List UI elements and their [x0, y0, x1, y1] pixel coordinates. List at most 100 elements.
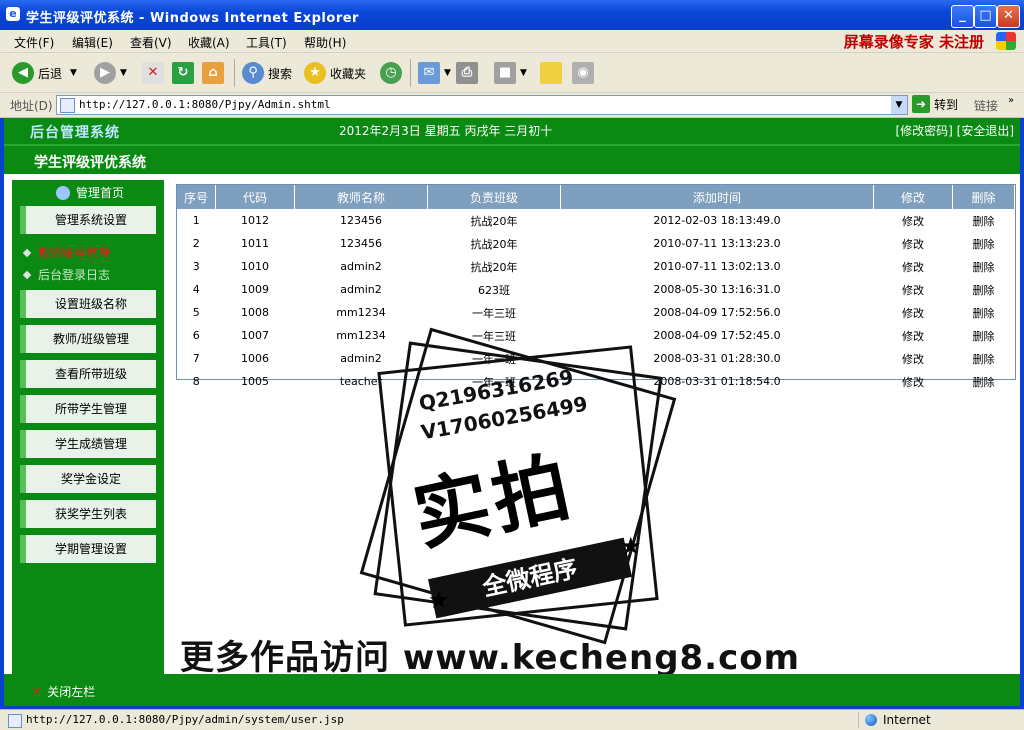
nav-grades[interactable]: 学生成绩管理	[20, 430, 156, 458]
note-icon	[540, 62, 562, 84]
minimize-button[interactable]: _	[951, 5, 974, 28]
menu-help[interactable]: 帮助(H)	[304, 34, 346, 51]
stop-button[interactable]: ✕	[142, 60, 168, 86]
status-bar: http://127.0.0.1:8080/Pjpy/admin/system/…	[0, 709, 1024, 730]
cell-added-time: 2010-07-11 13:02:13.0	[653, 260, 781, 273]
chevron-down-icon[interactable]: ▼	[444, 68, 451, 78]
cell-added-time: 2008-04-09 17:52:45.0	[653, 329, 781, 342]
menu-file[interactable]: 文件(F)	[14, 34, 54, 51]
edit-link[interactable]: 修改	[874, 301, 953, 324]
go-button[interactable]: ➜ 转到	[912, 95, 958, 113]
chevron-down-icon[interactable]: ▼	[120, 68, 127, 78]
cell-code: 1008	[241, 306, 269, 319]
cell-teacher-name: teacher	[339, 375, 383, 388]
search-button[interactable]: ⚲ 搜索	[242, 60, 292, 86]
table-row: 1 1012 123456 抗战20年 2012-02-03 18:13:49.0 修改删…	[177, 209, 1015, 232]
menu-favorites[interactable]: 收藏(A)	[188, 34, 230, 51]
cell-teacher-name: 123456	[340, 237, 382, 250]
refresh-button[interactable]: ↻	[172, 60, 198, 86]
favorites-label: 收藏夹	[330, 66, 367, 81]
print-button[interactable]: ⎙	[456, 60, 482, 86]
chevron-down-icon[interactable]: ▼	[520, 68, 527, 78]
mail-button[interactable]: ✉ ▼	[418, 60, 451, 86]
edit-button[interactable]: ■ ▼	[494, 60, 527, 86]
messenger-button[interactable]: ◉	[572, 60, 598, 86]
back-label: 后退	[38, 66, 63, 81]
forward-arrow-icon: ▶	[94, 62, 116, 84]
go-arrow-icon: ➜	[912, 95, 930, 113]
menu-tools[interactable]: 工具(T)	[246, 34, 287, 51]
nav-view-classes[interactable]: 查看所带班级	[20, 360, 156, 388]
table-row: 6 1007 mm1234 一年三班 2008-04-09 17:52:45.0 修改 删除	[177, 324, 1015, 347]
cell-added-time: 2008-04-09 17:52:56.0	[653, 306, 781, 319]
cell-index: 8	[192, 375, 200, 388]
edit-link[interactable]: 修改	[874, 347, 953, 370]
sidebar-home[interactable]: 管理首页	[56, 184, 124, 201]
edit-link[interactable]: 修改	[874, 324, 953, 347]
maximize-button[interactable]: □	[974, 5, 997, 28]
nav-students[interactable]: 所带学生管理	[20, 395, 156, 423]
edit-link[interactable]: 修改	[874, 278, 953, 301]
chevron-down-icon[interactable]: ▼	[70, 68, 77, 78]
delete-link[interactable]: 删除	[953, 232, 1015, 255]
cell-class: 一年三班	[472, 306, 516, 320]
cell-teacher-name: admin2	[340, 260, 382, 273]
delete-link[interactable]: 删除	[953, 209, 1015, 232]
cell-code: 1010	[241, 260, 269, 273]
nav-system-settings[interactable]: 管理系统设置	[20, 206, 156, 234]
back-button[interactable]: ◀ 后退 ▼	[12, 60, 77, 86]
address-dropdown-icon[interactable]: ▼	[891, 96, 907, 114]
table-row: 4 1009 admin2 623班 2008-05-30 13:16:31.0 修改 删除	[177, 278, 1015, 301]
messenger-icon: ◉	[572, 62, 594, 84]
star-icon: ★	[620, 532, 642, 560]
delete-link[interactable]: 删除	[953, 255, 1015, 278]
home-button[interactable]: ⌂	[202, 60, 228, 86]
printer-icon: ⎙	[456, 62, 478, 84]
cell-class: 623班	[478, 283, 510, 297]
admin-logo: 后台管理系统	[4, 118, 164, 144]
table-row: 2 1011 123456 抗战20年 2010-07-11 13:13:23.0 修改删…	[177, 232, 1015, 255]
search-label: 搜索	[268, 66, 293, 81]
nav-award-list[interactable]: 获奖学生列表	[20, 500, 156, 528]
nav-class-names[interactable]: 设置班级名称	[20, 290, 156, 318]
delete-link[interactable]: 删除	[953, 370, 1015, 393]
delete-link[interactable]: 删除	[953, 278, 1015, 301]
favorites-button[interactable]: ★ 收藏夹	[304, 60, 366, 86]
edit-link[interactable]: 修改	[874, 370, 953, 393]
nav-scholarship[interactable]: 奖学金设定	[20, 465, 156, 493]
nav-teacher-class[interactable]: 教师/班级管理	[20, 325, 156, 353]
sidebar-item-login-log[interactable]: 后台登录日志	[22, 266, 110, 283]
delete-link[interactable]: 删除	[953, 347, 1015, 370]
teacher-table: 序号 代码 教师名称 负责班级 添加时间 修改 删除 1 1012 123456 抗战…	[176, 184, 1016, 389]
close-icon: ✕	[32, 685, 42, 698]
security-zone: Internet	[858, 712, 1024, 728]
close-sidebar-button[interactable]: ✕ 关闭左栏	[32, 683, 95, 700]
notes-button[interactable]	[540, 60, 566, 86]
menu-view[interactable]: 查看(V)	[130, 34, 172, 51]
forward-button[interactable]: ▶ ▼	[94, 60, 127, 86]
edit-link[interactable]: 修改	[874, 209, 953, 232]
edit-link[interactable]: 修改	[874, 232, 953, 255]
col-code: 代码	[215, 185, 295, 209]
header-links[interactable]: [修改密码] [安全退出]	[895, 122, 1014, 139]
history-button[interactable]: ◷	[380, 60, 406, 86]
address-input[interactable]: http://127.0.0.1:8080/Pjpy/Admin.shtml ▼	[56, 95, 908, 115]
back-arrow-icon: ◀	[12, 62, 34, 84]
home-icon: ⌂	[202, 62, 224, 84]
cell-code: 1012	[241, 214, 269, 227]
delete-link[interactable]: 删除	[953, 301, 1015, 324]
bullet-icon	[22, 270, 32, 279]
nav-semester[interactable]: 学期管理设置	[20, 535, 156, 563]
cell-index: 5	[192, 306, 200, 319]
delete-link[interactable]: 删除	[953, 324, 1015, 347]
site-watermark: 更多作品访问 www.kecheng8.com	[180, 638, 801, 678]
cell-code: 1007	[241, 329, 269, 342]
sidebar-item-teacher-accounts[interactable]: 教师账号管理	[22, 244, 110, 261]
system-name: 学生评级评优系统	[34, 155, 146, 171]
window-title: 学生评级评优系统 - Windows Internet Explorer	[26, 11, 359, 26]
edit-link[interactable]: 修改	[874, 255, 953, 278]
close-button[interactable]: ✕	[997, 5, 1020, 28]
menu-edit[interactable]: 编辑(E)	[72, 34, 113, 51]
chevron-right-icon[interactable]: »	[1008, 95, 1014, 106]
links-button[interactable]: 链接	[974, 97, 998, 114]
